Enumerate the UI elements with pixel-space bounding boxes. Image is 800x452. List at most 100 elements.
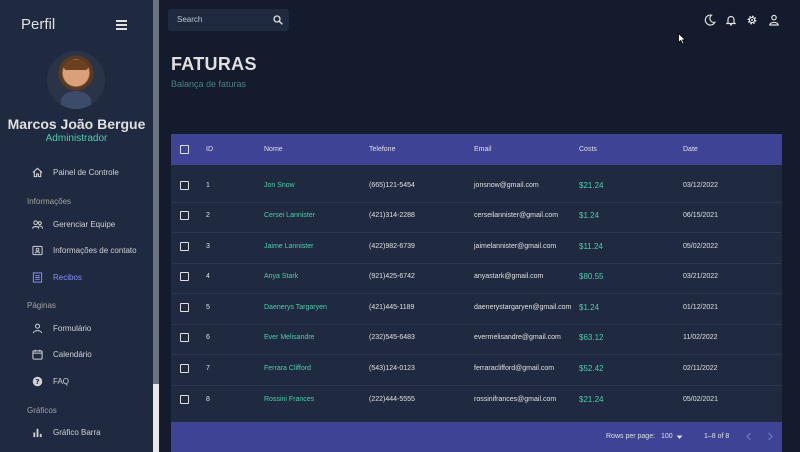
sidebar-item-faq[interactable]: ? FAQ	[0, 371, 153, 391]
sidebar-item-receipts[interactable]: Recibos	[0, 267, 153, 287]
cell-cost: $21.24	[579, 181, 604, 190]
cell-name: Ever Melisandre	[264, 334, 315, 341]
calendar-icon	[32, 349, 43, 360]
row-checkbox[interactable]	[180, 364, 189, 373]
sidebar-item-dashboard[interactable]: Painel de Controle	[0, 162, 153, 182]
search-box[interactable]: Search	[168, 9, 289, 31]
section-title-graficos: Gráficos	[27, 406, 57, 415]
bar-chart-icon	[33, 428, 42, 437]
invoices-table: ID Nome Telefone Email Costs Date 1 Jon S…	[171, 134, 782, 452]
cell-date: 05/02/2021	[683, 396, 719, 403]
sidebar-item-calendar[interactable]: Calendário	[0, 344, 153, 364]
column-header-phone[interactable]: Telefone	[369, 146, 395, 153]
notifications-icon[interactable]	[725, 14, 737, 26]
brand-title: Perfil	[21, 16, 56, 33]
sidebar-item-team[interactable]: Gerenciar Equipe	[0, 214, 153, 234]
row-divider	[171, 324, 782, 325]
sidebar-scrollbar[interactable]	[153, 0, 159, 452]
page-title: FATURAS	[171, 54, 257, 74]
dark-mode-icon[interactable]	[704, 14, 716, 26]
cell-id: 1	[206, 182, 210, 189]
cell-phone: (921)425-6742	[369, 273, 415, 280]
table-footer: Rows per page: 100 1–8 of 8	[171, 422, 782, 452]
cell-cost: $1.24	[579, 211, 600, 220]
row-checkbox[interactable]	[180, 242, 189, 251]
cell-cost: $11.24	[579, 242, 603, 251]
cell-phone: (232)545-6483	[369, 334, 415, 341]
row-checkbox[interactable]	[180, 395, 189, 404]
sidebar-item-label: Recibos	[53, 272, 82, 282]
sidebar-item-label: Painel de Controle	[53, 167, 119, 177]
search-icon[interactable]	[273, 15, 283, 25]
cell-date: 03/12/2022	[683, 182, 719, 189]
row-checkbox[interactable]	[180, 181, 189, 190]
pagination-range: 1–8 of 8	[704, 433, 730, 440]
search-input[interactable]: Search	[177, 15, 202, 24]
avatar	[47, 51, 105, 109]
section-title-paginas: Páginas	[27, 301, 56, 310]
cell-cost: $21.24	[579, 395, 604, 404]
cell-email: jaimelannister@gmail.com	[474, 243, 557, 250]
cell-phone: (421)445-1189	[369, 304, 415, 311]
sidebar-item-label: Calendário	[53, 349, 92, 359]
previous-page-icon[interactable]	[745, 432, 753, 441]
cell-email: daenerystargaryen@gmail.com	[474, 304, 572, 311]
cell-name: Jon Snow	[264, 182, 295, 189]
chevron-down-icon[interactable]	[676, 435, 683, 440]
sidebar-item-form[interactable]: Formulário	[0, 318, 153, 338]
row-divider	[171, 232, 782, 233]
cell-date: 11/02/2022	[683, 334, 718, 341]
cell-cost: $80.55	[579, 272, 604, 281]
cell-id: 5	[206, 304, 210, 311]
sidebar: Perfil Marcos João Bergue Administrador …	[0, 0, 153, 452]
cell-phone: (222)444-5555	[369, 396, 415, 403]
sidebar-item-label: Formulário	[53, 323, 92, 333]
cell-name: Jaime Lannister	[264, 243, 314, 250]
column-header-date[interactable]: Date	[683, 146, 698, 153]
cell-phone: (421)314-2288	[369, 212, 415, 219]
cell-id: 3	[206, 243, 210, 250]
cell-id: 4	[206, 273, 210, 280]
row-checkbox[interactable]	[180, 333, 189, 342]
column-header-name[interactable]: Nome	[264, 146, 283, 153]
help-icon: ?	[32, 376, 43, 386]
row-checkbox[interactable]	[180, 211, 189, 220]
column-header-costs[interactable]: Costs	[579, 146, 597, 153]
cell-cost: $1.24	[579, 303, 600, 312]
table-header: ID Nome Telefone Email Costs Date	[171, 134, 782, 165]
rows-per-page-select[interactable]: 100	[661, 433, 673, 440]
cell-date: 06/15/2021	[683, 212, 719, 219]
cell-id: 2	[206, 212, 210, 219]
cell-email: anyastark@gmail.com	[474, 273, 544, 280]
row-divider	[171, 202, 782, 203]
home-icon	[32, 167, 43, 177]
select-all-checkbox[interactable]	[180, 145, 189, 154]
user-role: Administrador	[45, 133, 108, 144]
row-divider	[171, 263, 782, 264]
sidebar-item-label: Gerenciar Equipe	[53, 219, 116, 229]
column-header-email[interactable]: Email	[474, 146, 492, 153]
user-name: Marcos João Bergue	[7, 116, 146, 132]
cell-email: jonsnow@gmail.com	[474, 182, 539, 189]
column-header-id[interactable]: ID	[206, 146, 213, 153]
row-checkbox[interactable]	[180, 303, 189, 312]
settings-icon[interactable]	[746, 14, 758, 26]
row-divider	[171, 293, 782, 294]
cell-phone: (665)121-5454	[369, 182, 415, 189]
cell-date: 02/11/2022	[683, 365, 718, 372]
section-title-informacoes: Informações	[27, 197, 72, 206]
sidebar-item-contacts[interactable]: Informações de contato	[0, 240, 153, 260]
cell-name: Ferrara Clifford	[264, 365, 311, 372]
menu-icon[interactable]	[116, 20, 127, 30]
next-page-icon[interactable]	[766, 432, 774, 441]
sidebar-item-label: Informações de contato	[53, 245, 137, 255]
scrollbar-track	[153, 384, 159, 452]
cell-email: evermelisandre@gmail.com	[474, 334, 561, 341]
scrollbar-thumb[interactable]	[153, 0, 159, 384]
row-checkbox[interactable]	[180, 272, 189, 281]
rows-per-page-label: Rows per page:	[606, 433, 656, 440]
cell-email: cerseilannister@gmail.com	[474, 212, 559, 219]
account-icon[interactable]	[768, 14, 780, 26]
sidebar-item-bar-chart[interactable]: Gráfico Barra	[0, 422, 153, 442]
cell-date: 05/02/2022	[683, 243, 719, 250]
